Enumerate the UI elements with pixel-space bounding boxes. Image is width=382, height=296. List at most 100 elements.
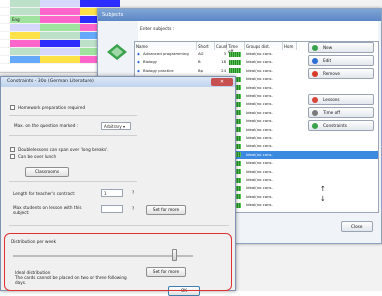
timetable-cell[interactable] bbox=[0, 24, 10, 31]
groups-distribution: Ideal(no cons. bbox=[246, 126, 273, 132]
max-question-label: Max. on the question marked : bbox=[14, 123, 79, 128]
column-header[interactable]: Short bbox=[197, 42, 215, 50]
timetable-cell[interactable] bbox=[0, 0, 10, 7]
groups-distribution: Ideal(no cons. bbox=[246, 118, 273, 124]
new-button[interactable]: New bbox=[308, 42, 374, 53]
time-off-indicator bbox=[229, 51, 241, 57]
timetable-cell[interactable] bbox=[0, 40, 10, 47]
max-students-field[interactable] bbox=[101, 205, 123, 213]
clock-icon bbox=[312, 110, 318, 116]
groups-distribution: Ideal(no cons. bbox=[246, 59, 273, 65]
groups-distribution: Ideal(no cons. bbox=[246, 202, 273, 208]
timetable-cell[interactable] bbox=[0, 56, 10, 63]
constraints-icon bbox=[312, 123, 318, 129]
set-for-more-button[interactable]: Set for more bbox=[146, 205, 186, 215]
time-off-indicator bbox=[229, 59, 241, 65]
subject-name: Biology practice bbox=[143, 67, 174, 73]
groups-distribution: Ideal(no cons. bbox=[246, 160, 273, 166]
add-icon bbox=[312, 45, 318, 51]
subject-name: Advanced programming bbox=[143, 51, 189, 56]
column-header[interactable]: Groups dist. bbox=[245, 42, 283, 50]
timetable-cell[interactable] bbox=[0, 64, 10, 71]
timetable-cell[interactable] bbox=[40, 16, 80, 23]
subject-icon: ◆ bbox=[137, 51, 140, 56]
lessons-button[interactable]: Lessons bbox=[308, 94, 374, 105]
timetable-cell[interactable] bbox=[0, 16, 10, 23]
max-students-label: Max students on lesson with this subject… bbox=[13, 205, 82, 215]
timetable-cell[interactable] bbox=[10, 32, 40, 39]
timetable-cell[interactable] bbox=[40, 32, 80, 39]
timetable-cell[interactable] bbox=[40, 48, 80, 55]
subject-count: 24 bbox=[221, 67, 226, 73]
length-contract-label: Length for teacher's contract: bbox=[13, 191, 76, 196]
column-header[interactable]: Name bbox=[135, 42, 197, 50]
double-break-label: Doublelessons can span over 'long breaks… bbox=[18, 147, 109, 152]
close-button[interactable]: Close bbox=[341, 221, 373, 232]
subject-icon: ◆ bbox=[137, 59, 140, 65]
groups-distribution: Ideal(no cons. bbox=[246, 143, 273, 149]
groups-distribution: Ideal(no cons. bbox=[246, 135, 273, 140]
timetable-cell[interactable] bbox=[40, 64, 80, 71]
over-lunch-checkbox[interactable] bbox=[10, 154, 15, 159]
time-off-button[interactable]: Time off bbox=[308, 107, 374, 118]
time-off-indicator bbox=[229, 68, 241, 74]
subject-short: B bbox=[198, 59, 201, 65]
help-icon[interactable]: ? bbox=[132, 190, 134, 195]
length-contract-field[interactable]: 1 bbox=[101, 189, 123, 197]
timetable-cell[interactable] bbox=[40, 0, 80, 7]
timetable-cell[interactable] bbox=[80, 0, 120, 7]
timetable-cell[interactable] bbox=[10, 8, 40, 15]
remove-button[interactable]: Remove bbox=[308, 68, 374, 79]
close-icon[interactable]: ✕ bbox=[211, 78, 233, 86]
subject-count: 3 bbox=[223, 51, 226, 56]
groups-distribution: Ideal(no cons. bbox=[246, 67, 273, 73]
classrooms-button[interactable]: Classrooms bbox=[25, 167, 69, 177]
timetable-cell[interactable] bbox=[10, 24, 40, 31]
timetable-cell[interactable] bbox=[0, 48, 10, 55]
subject-count: 18 bbox=[221, 59, 226, 65]
subject-name: Biology bbox=[143, 59, 158, 65]
help-icon[interactable]: ? bbox=[132, 206, 134, 211]
divider bbox=[9, 225, 229, 226]
constraints-button[interactable]: Constraints bbox=[308, 120, 374, 131]
highlight-annotation bbox=[4, 233, 232, 291]
groups-distribution: Ideal(no cons. bbox=[246, 51, 273, 56]
lessons-icon bbox=[312, 97, 318, 103]
move-up-icon[interactable]: ↑ bbox=[320, 185, 326, 193]
enter-subjects-label: Enter subjects : bbox=[140, 27, 175, 32]
timetable-cell[interactable] bbox=[10, 48, 40, 55]
groups-distribution: Ideal(no cons. bbox=[246, 101, 273, 107]
timetable-cell[interactable] bbox=[40, 24, 80, 31]
timetable-cell[interactable] bbox=[0, 32, 10, 39]
subjects-icon bbox=[106, 43, 128, 63]
double-break-checkbox[interactable] bbox=[10, 147, 15, 152]
timetable-cell[interactable] bbox=[10, 56, 40, 63]
timetable-cell[interactable] bbox=[10, 40, 40, 47]
move-down-icon[interactable]: ↓ bbox=[320, 195, 326, 203]
groups-distribution: Ideal(no cons. bbox=[246, 151, 273, 157]
timetable-cell[interactable] bbox=[10, 0, 40, 7]
timetable-cell[interactable] bbox=[40, 40, 80, 47]
column-header[interactable]: Hom bbox=[283, 42, 297, 50]
divider bbox=[9, 115, 137, 116]
timetable-cell[interactable] bbox=[40, 56, 80, 63]
subject-short: Bp bbox=[198, 67, 204, 73]
groups-distribution: Ideal(no cons. bbox=[246, 168, 273, 174]
homework-checkbox[interactable] bbox=[10, 105, 15, 110]
timetable-cell[interactable] bbox=[0, 8, 10, 15]
remove-icon bbox=[312, 71, 318, 77]
timetable-cell[interactable] bbox=[40, 8, 80, 15]
constraints-dialog-title: Constraints - 30o (German Literature) bbox=[1, 77, 235, 87]
edit-icon bbox=[312, 58, 318, 64]
groups-distribution: Ideal(no cons. bbox=[246, 109, 273, 115]
column-header[interactable]: Time off bbox=[227, 42, 245, 54]
groups-distribution: Ideal(no cons. bbox=[246, 93, 273, 98]
subjects-header: Enter subjects : bbox=[138, 21, 378, 41]
column-header[interactable]: Count bbox=[215, 42, 228, 50]
groups-distribution: Ideal(no cons. bbox=[246, 185, 273, 191]
edit-button[interactable]: Edit bbox=[308, 55, 374, 66]
max-question-select[interactable]: Arbitrary ▾ bbox=[101, 122, 131, 130]
groups-distribution: Ideal(no cons. bbox=[246, 193, 273, 199]
groups-distribution: Ideal(no cons. bbox=[246, 84, 273, 90]
timetable-cell[interactable] bbox=[10, 64, 40, 71]
